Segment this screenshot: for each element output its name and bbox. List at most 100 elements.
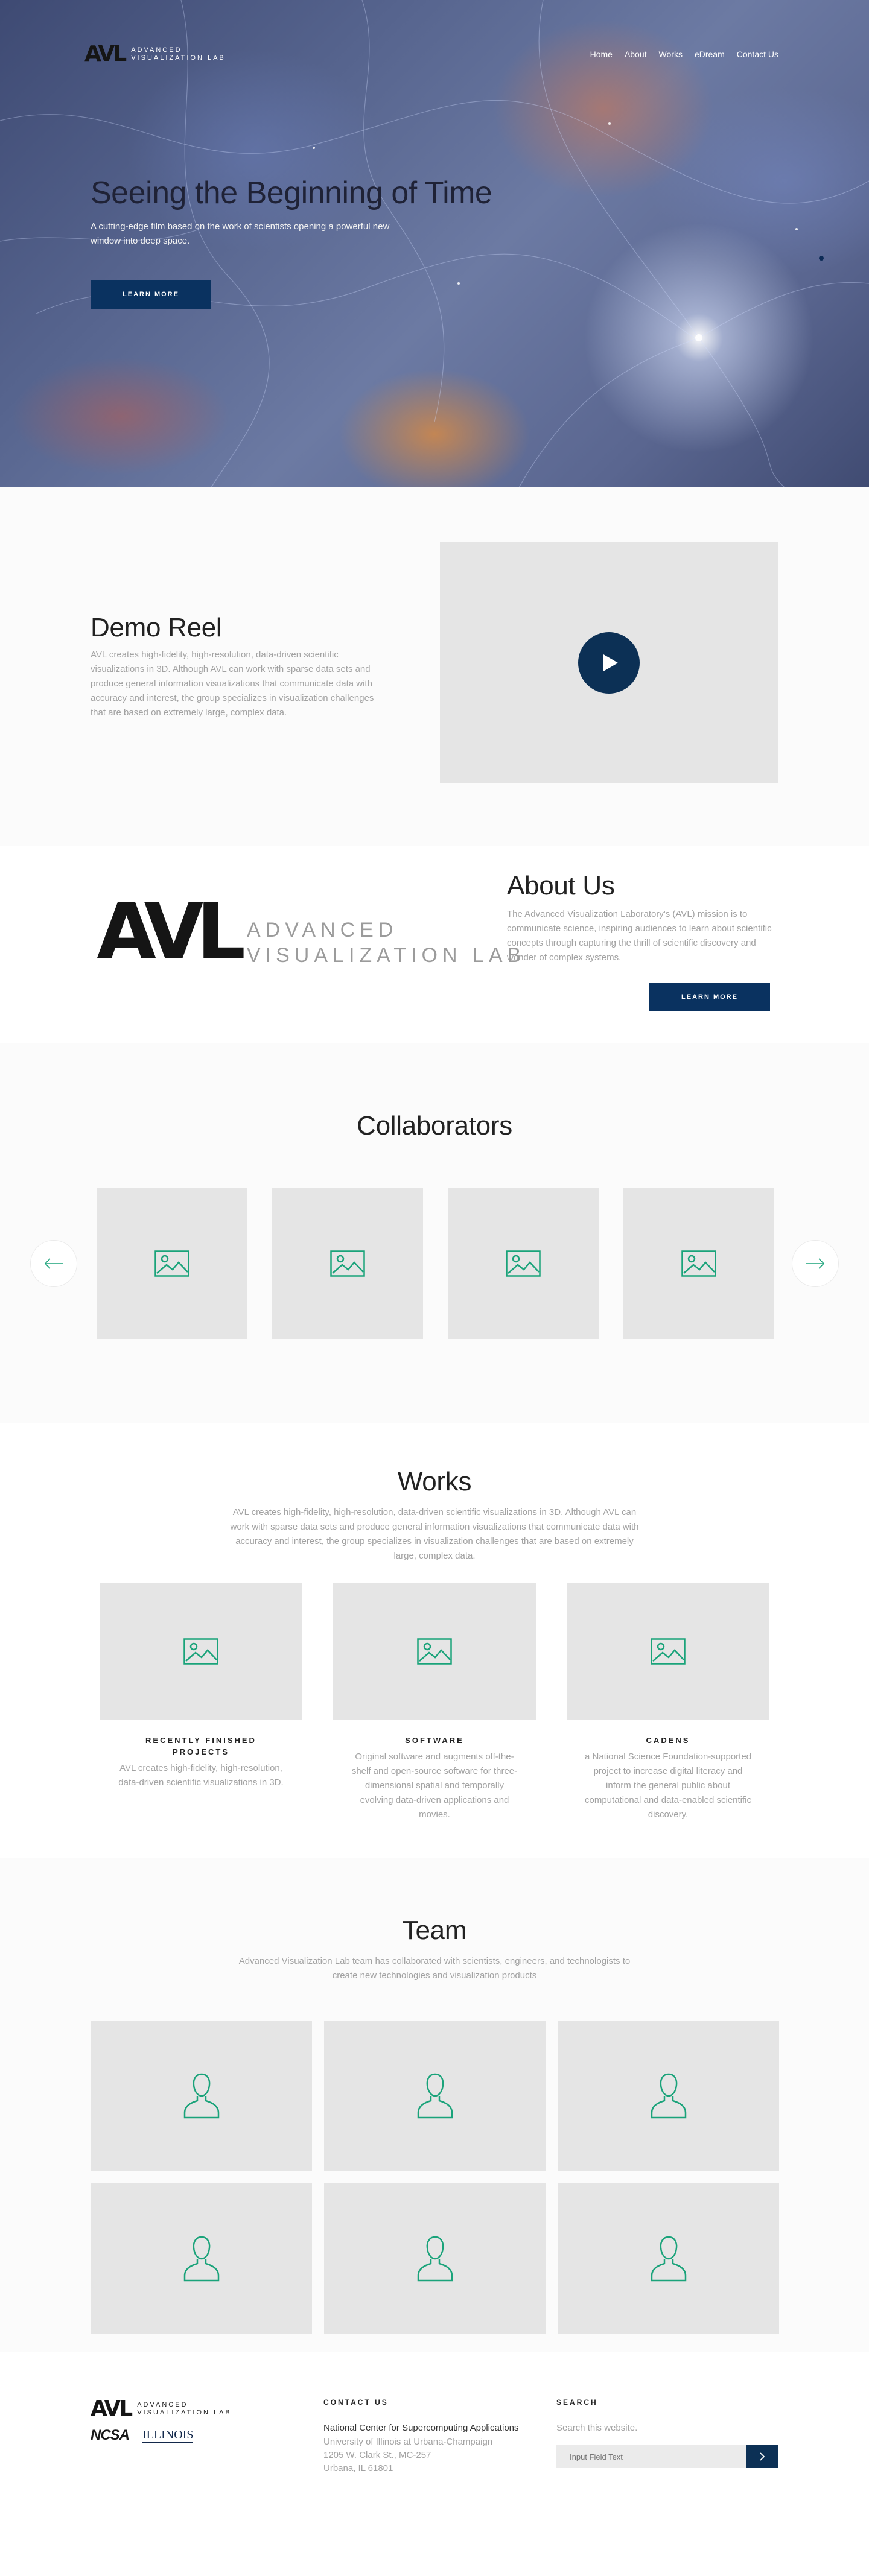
contact-title: CONTACT US bbox=[323, 2398, 389, 2407]
works-intro: AVL creates high-fidelity, high-resoluti… bbox=[230, 1507, 639, 1561]
nav-about[interactable]: About bbox=[625, 49, 647, 59]
team-title: Team bbox=[402, 1916, 467, 1945]
work-title[interactable]: SOFTWARE bbox=[333, 1735, 536, 1746]
search-title: SEARCH bbox=[556, 2398, 598, 2407]
collaborator-logo[interactable] bbox=[623, 1188, 774, 1339]
work-image[interactable] bbox=[100, 1583, 302, 1720]
work-title[interactable]: CADENS bbox=[567, 1735, 769, 1746]
about-logo: AVL ADVANCED VISUALIZATION LAB bbox=[97, 894, 526, 971]
logo-wordmark: ADVANCED VISUALIZATION LAB bbox=[131, 46, 226, 62]
image-icon bbox=[417, 1638, 452, 1665]
about-title: About Us bbox=[507, 871, 615, 900]
nav-home[interactable]: Home bbox=[590, 49, 613, 59]
work-image[interactable] bbox=[567, 1583, 769, 1720]
team-member-photo[interactable] bbox=[91, 2021, 312, 2171]
about-logo-mark: AVL bbox=[97, 887, 246, 977]
work-card[interactable]: RECENTLY FINISHED PROJECTS AVL creates h… bbox=[100, 1583, 302, 1822]
image-icon bbox=[651, 1638, 686, 1665]
logo-mark: AVL bbox=[84, 42, 127, 66]
main-nav: Home About Works eDream Contact Us bbox=[590, 49, 778, 59]
hero-learn-more-button[interactable]: LEARN MORE bbox=[91, 280, 211, 309]
team-member-photo[interactable] bbox=[324, 2183, 546, 2334]
work-card[interactable]: SOFTWARE Original software and augments … bbox=[333, 1583, 536, 1822]
demo-reel-video[interactable] bbox=[440, 542, 778, 783]
search-input[interactable] bbox=[556, 2445, 746, 2468]
person-icon bbox=[417, 2236, 453, 2282]
logo-line-2: VISUALIZATION LAB bbox=[131, 54, 226, 62]
ncsa-logo[interactable]: NCSA bbox=[91, 2427, 130, 2444]
contact-address-line-3: Urbana, IL 61801 bbox=[323, 2463, 393, 2473]
contact-address-line-2: 1205 W. Clark St., MC-257 bbox=[323, 2450, 431, 2460]
about-logo-wordmark: ADVANCED VISUALIZATION LAB bbox=[247, 917, 526, 968]
image-icon bbox=[183, 1638, 218, 1665]
about-logo-line-1: ADVANCED bbox=[247, 919, 398, 941]
illinois-logo[interactable]: ILLINOIS bbox=[142, 2428, 194, 2443]
search-form bbox=[556, 2445, 780, 2468]
about-learn-more-button[interactable]: LEARN MORE bbox=[649, 983, 770, 1011]
image-icon bbox=[681, 1250, 716, 1277]
team-member-photo[interactable] bbox=[324, 2021, 546, 2171]
hero-subtitle: A cutting-edge film based on the work of… bbox=[91, 221, 390, 246]
team-member-photo[interactable] bbox=[91, 2183, 312, 2334]
work-card[interactable]: CADENS a National Science Foundation-sup… bbox=[567, 1583, 769, 1822]
demo-reel-body: AVL creates high-fidelity, high-resoluti… bbox=[91, 650, 374, 718]
footer-logo-line-2: VISUALIZATION LAB bbox=[137, 2409, 232, 2416]
work-description: Original software and augments off-the-s… bbox=[351, 1752, 518, 1820]
top-navbar: AVL ADVANCED VISUALIZATION LAB Home Abou… bbox=[0, 0, 869, 109]
work-image[interactable] bbox=[333, 1583, 536, 1720]
footer-logo-wordmark: ADVANCED VISUALIZATION LAB bbox=[137, 2401, 232, 2417]
person-icon bbox=[651, 2236, 686, 2282]
image-icon bbox=[330, 1250, 365, 1277]
works-cards: RECENTLY FINISHED PROJECTS AVL creates h… bbox=[100, 1583, 769, 1822]
hero-content: Seeing the Beginning of Time A cutting-e… bbox=[91, 175, 549, 309]
about-body: The Advanced Visualization Laboratory's … bbox=[507, 909, 772, 963]
image-icon bbox=[154, 1250, 189, 1277]
person-icon bbox=[651, 2073, 686, 2119]
search-label: Search this website. bbox=[556, 2423, 638, 2433]
about-section: AVL ADVANCED VISUALIZATION LAB About Us … bbox=[0, 846, 869, 1043]
collaborator-logo[interactable] bbox=[97, 1188, 247, 1339]
works-title: Works bbox=[397, 1467, 472, 1496]
team-intro: Advanced Visualization Lab team has coll… bbox=[238, 1956, 631, 1981]
about-text: About Us The Advanced Visualization Labo… bbox=[507, 871, 778, 965]
arrow-left-icon[interactable] bbox=[30, 1240, 77, 1287]
work-description: a National Science Foundation-supported … bbox=[585, 1752, 752, 1820]
work-title[interactable]: RECENTLY FINISHED PROJECTS bbox=[100, 1735, 302, 1758]
play-icon[interactable] bbox=[578, 632, 640, 694]
site-footer: AVL ADVANCED VISUALIZATION LAB NCSA ILLI… bbox=[0, 2352, 869, 2576]
contact-organization: National Center for Supercomputing Appli… bbox=[323, 2423, 519, 2433]
team-section: Team Advanced Visualization Lab team has… bbox=[0, 1858, 869, 2352]
person-icon bbox=[183, 2073, 219, 2119]
arrow-right-icon[interactable] bbox=[792, 1240, 839, 1287]
footer-logo[interactable]: AVL ADVANCED VISUALIZATION LAB bbox=[91, 2398, 232, 2420]
collaborators-title: Collaborators bbox=[357, 1111, 512, 1141]
person-icon bbox=[417, 2073, 453, 2119]
nav-edream[interactable]: eDream bbox=[695, 49, 725, 59]
team-member-photo[interactable] bbox=[558, 2183, 779, 2334]
person-icon bbox=[183, 2236, 219, 2282]
demo-reel-section: Demo Reel AVL creates high-fidelity, hig… bbox=[0, 487, 869, 846]
nav-works[interactable]: Works bbox=[659, 49, 683, 59]
about-logo-line-2: VISUALIZATION LAB bbox=[247, 944, 526, 967]
demo-reel-text: Demo Reel AVL creates high-fidelity, hig… bbox=[91, 613, 374, 720]
collaborators-section: Collaborators bbox=[0, 1043, 869, 1423]
team-member-photo[interactable] bbox=[558, 2021, 779, 2171]
collaborators-carousel bbox=[97, 1188, 774, 1339]
site-logo[interactable]: AVL ADVANCED VISUALIZATION LAB bbox=[84, 43, 226, 65]
footer-logo-line-1: ADVANCED bbox=[137, 2401, 188, 2408]
footer-logo-mark: AVL bbox=[91, 2396, 133, 2421]
team-grid bbox=[91, 2021, 779, 2334]
hero-title: Seeing the Beginning of Time bbox=[91, 176, 492, 210]
demo-reel-title: Demo Reel bbox=[91, 613, 222, 642]
footer-search: SEARCH Search this website. bbox=[556, 2398, 780, 2468]
footer-contact: CONTACT US National Center for Supercomp… bbox=[323, 2398, 553, 2475]
collaborator-logo[interactable] bbox=[272, 1188, 423, 1339]
nav-contact-us[interactable]: Contact Us bbox=[737, 49, 778, 59]
collaborator-logo[interactable] bbox=[448, 1188, 599, 1339]
works-section: Works AVL creates high-fidelity, high-re… bbox=[0, 1423, 869, 1858]
slider-dot[interactable] bbox=[819, 256, 824, 261]
contact-address-line-1: University of Illinois at Urbana-Champai… bbox=[323, 2437, 493, 2447]
logo-line-1: ADVANCED bbox=[131, 46, 182, 54]
chevron-right-icon[interactable] bbox=[746, 2445, 778, 2468]
image-icon bbox=[506, 1250, 541, 1277]
